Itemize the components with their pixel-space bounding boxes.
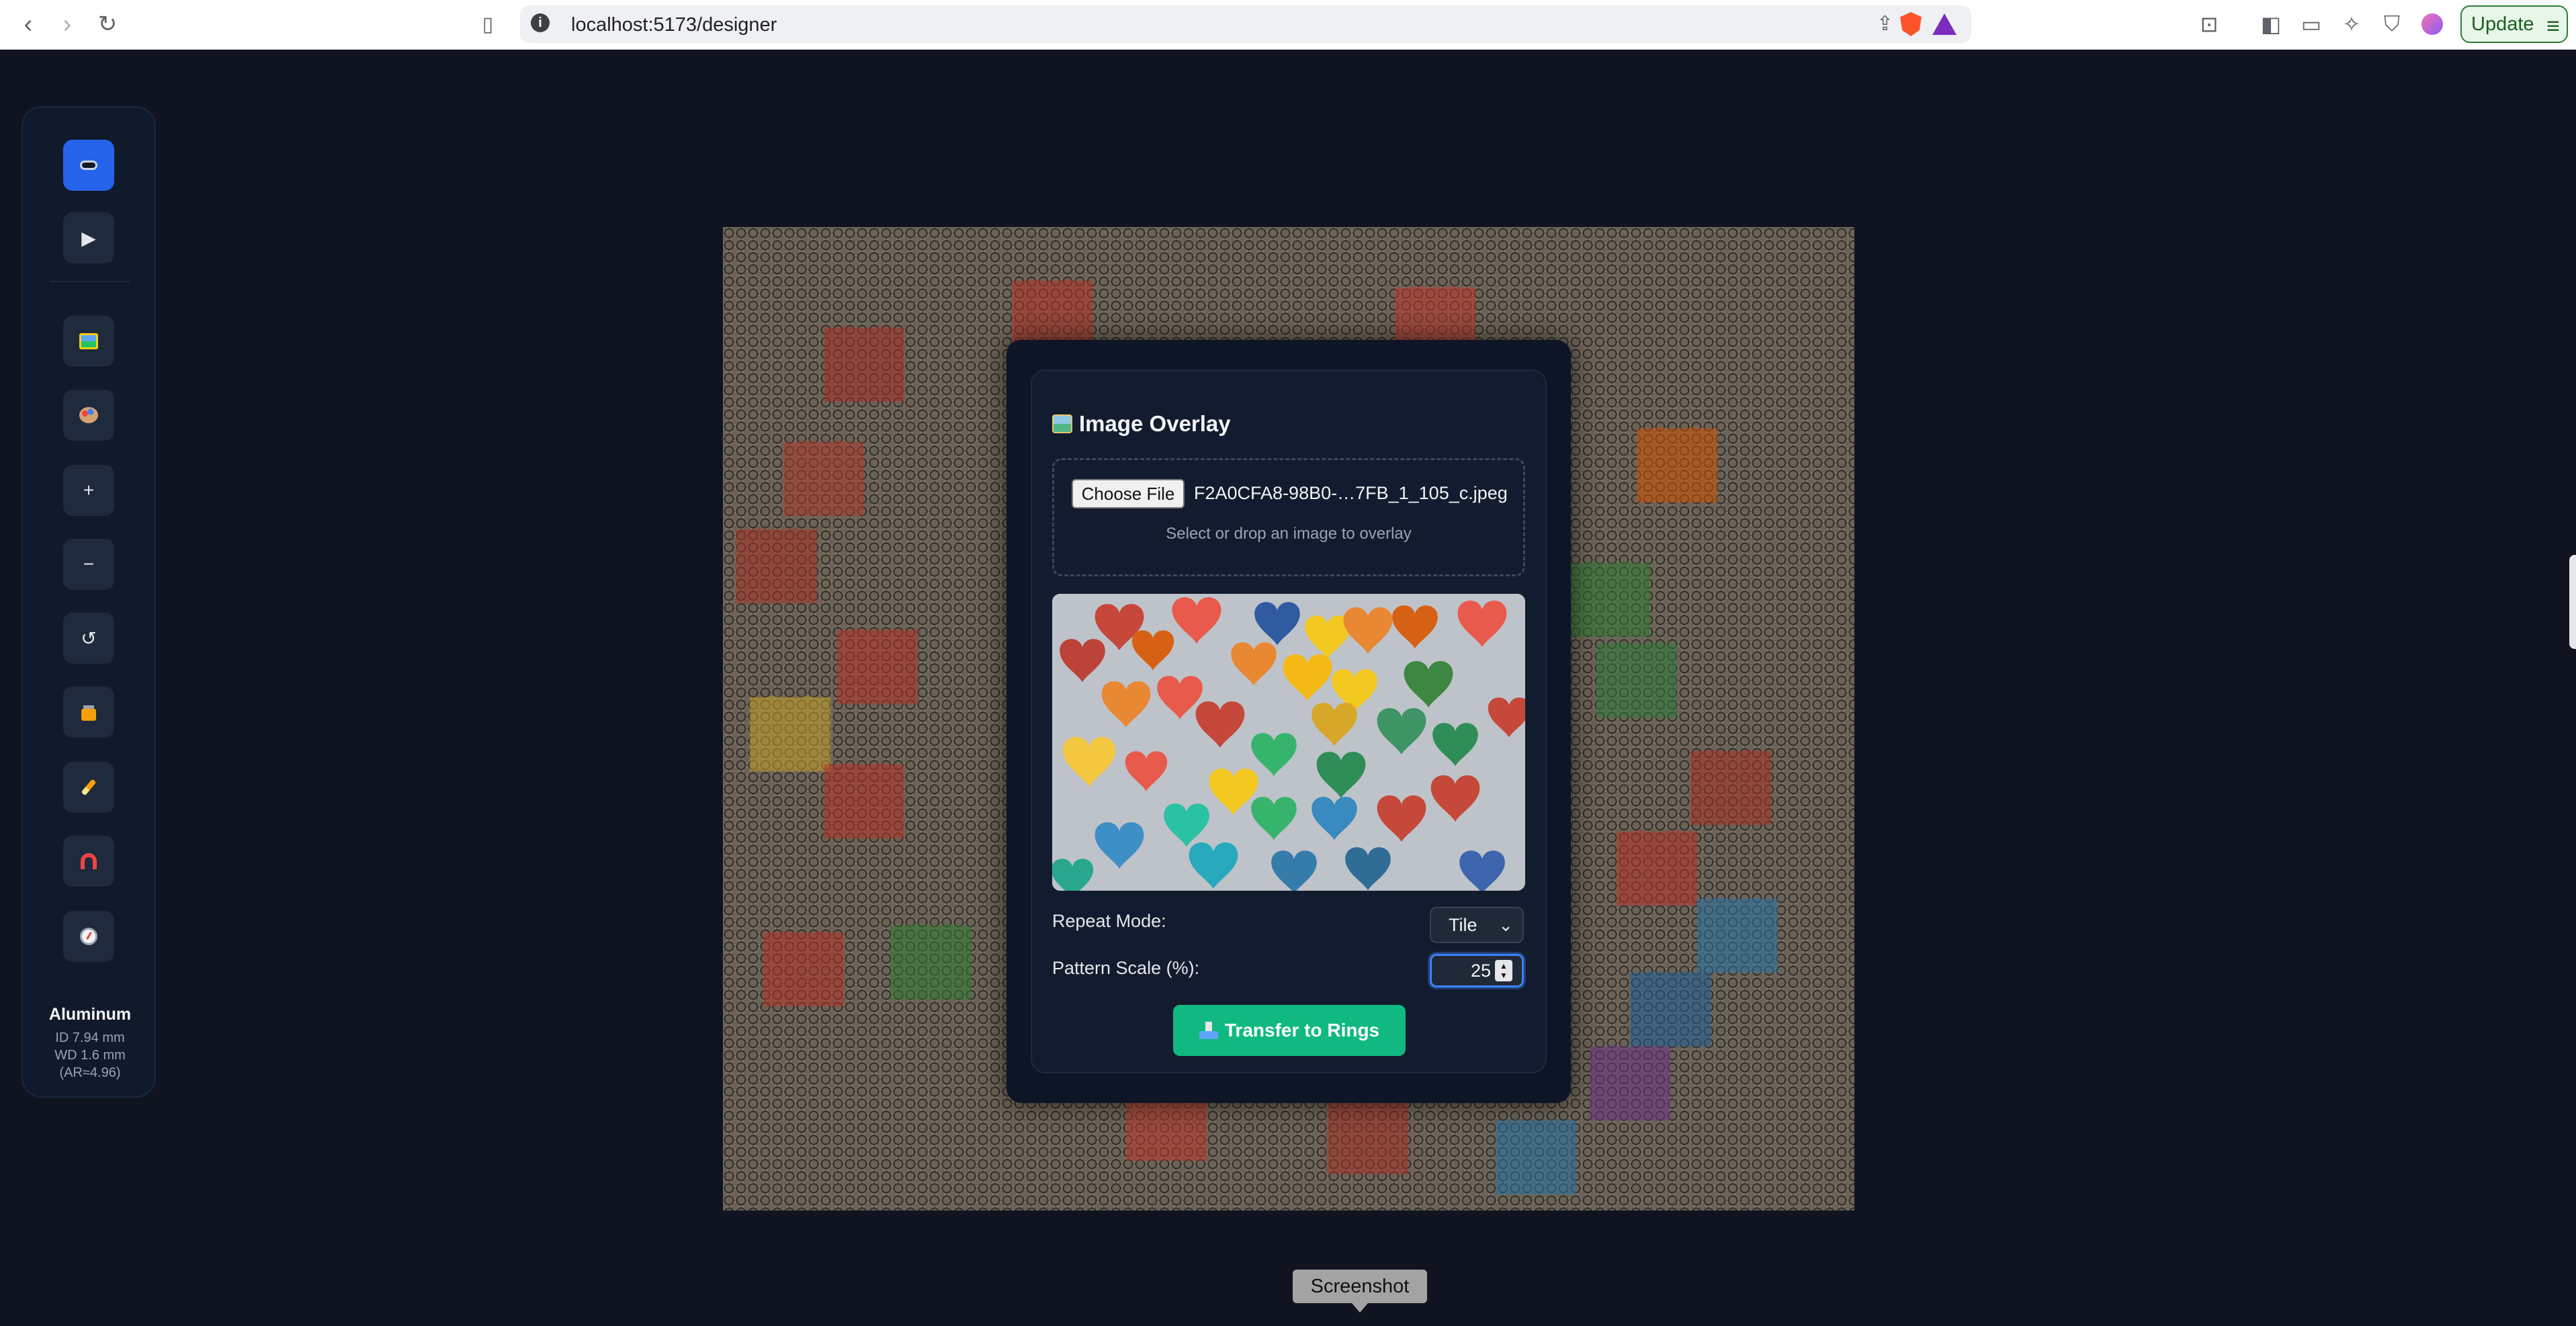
selected-file-name: F2A0CFA8-98B0-…7FB_1_105_c.jpeg (1194, 483, 1508, 503)
menu-icon[interactable]: ≡ (2546, 13, 2560, 40)
site-info-icon[interactable]: i (531, 13, 550, 32)
repeat-mode-value: Tile (1449, 914, 1477, 935)
material-aspect-ratio: (AR≈4.96) (59, 1065, 121, 1080)
overlay-heart (1637, 429, 1717, 502)
url-text[interactable]: localhost:5173/designer (571, 14, 777, 36)
material-wire-diameter: WD 1.6 mm (54, 1048, 126, 1063)
overlay-heart (736, 529, 817, 603)
overlay-image-preview (1052, 594, 1525, 891)
lock-button[interactable] (63, 687, 114, 738)
lock-icon (79, 702, 99, 722)
overlay-heart (1596, 644, 1677, 717)
hearts-photo (1052, 594, 1525, 891)
picture-icon (1052, 414, 1072, 433)
vpn-shield-icon[interactable]: ⛉ (2377, 9, 2407, 39)
wallet-icon[interactable]: ▭ (2296, 9, 2326, 39)
image-overlay-modal: Image Overlay Choose File F2A0CFA8-98B0-… (1006, 340, 1571, 1103)
tool-sidebar: ▶ + − ↺ Aluminum ID 7.94 mm WD 1.6 mm (A… (22, 106, 156, 1098)
repeat-mode-select[interactable]: Tile ⌄ (1430, 907, 1524, 943)
plus-icon: + (83, 480, 95, 500)
minus-icon: − (83, 554, 95, 574)
toolbar-divider (50, 281, 130, 282)
image-overlay-button[interactable] (63, 316, 114, 367)
brave-rewards-icon[interactable] (1932, 13, 1957, 35)
palette-button[interactable] (63, 390, 114, 441)
brave-shields-icon[interactable] (1900, 12, 1922, 36)
zoom-out-button[interactable]: − (63, 539, 114, 590)
leo-ai-icon[interactable]: ✧ (2337, 9, 2366, 39)
choose-file-button[interactable]: Choose File (1072, 479, 1185, 509)
overlay-heart (837, 630, 918, 704)
chainmail-icon (79, 155, 99, 175)
transfer-to-rings-button[interactable]: Transfer to Rings (1173, 1005, 1406, 1056)
chevron-down-icon: ⌄ (1498, 915, 1513, 935)
transfer-label: Transfer to Rings (1224, 1020, 1380, 1041)
material-name: Aluminum (48, 1005, 132, 1024)
pattern-scale-label: Pattern Scale (%): (1052, 958, 1200, 978)
repeat-mode-label: Repeat Mode: (1052, 911, 1166, 931)
brush-button[interactable] (63, 762, 114, 813)
back-icon[interactable]: ‹ (11, 7, 46, 42)
pattern-scale-value: 25 (1470, 961, 1491, 981)
rotate-icon: ↺ (81, 627, 97, 649)
bookmark-icon[interactable]: ▯ (470, 7, 505, 42)
address-bar[interactable]: i localhost:5173/designer ⇪ (520, 5, 1971, 43)
screenshot-tooltip: Screenshot (1293, 1270, 1427, 1303)
tooltip-arrow (1352, 1303, 1368, 1313)
share-icon[interactable]: ⇪ (1877, 12, 1893, 36)
chainmail-mode-button[interactable] (63, 140, 114, 191)
side-panel-handle[interactable] (2569, 555, 2576, 649)
drop-hint: Select or drop an image to overlay (1166, 525, 1412, 543)
profile-icon[interactable] (2417, 9, 2447, 39)
overlay-heart (1496, 1120, 1576, 1194)
overlay-heart (1690, 751, 1771, 825)
compass-icon (79, 926, 99, 946)
magnet-button[interactable] (63, 836, 114, 887)
material-inner-diameter: ID 7.94 mm (55, 1030, 125, 1045)
overlay-heart (824, 328, 904, 402)
image-overlay-card: Image Overlay Choose File F2A0CFA8-98B0-… (1031, 369, 1547, 1073)
panel-title-text: Image Overlay (1079, 411, 1231, 436)
picture-icon (79, 331, 99, 351)
zoom-in-button[interactable]: + (63, 465, 114, 516)
play-icon: ▶ (81, 227, 96, 249)
overlay-heart (891, 926, 972, 1000)
overlay-heart (783, 442, 864, 516)
overlay-heart (1590, 1047, 1670, 1120)
update-button[interactable]: Update ≡ (2460, 5, 2568, 43)
palette-icon (79, 405, 99, 425)
reset-view-button[interactable]: ↺ (63, 613, 114, 664)
overlay-heart (750, 697, 830, 771)
overlay-heart (1617, 832, 1697, 905)
pattern-scale-input[interactable]: 25 ▲ ▼ (1430, 954, 1524, 987)
sidebar-toggle-icon[interactable]: ◧ (2256, 9, 2286, 39)
brush-icon (79, 777, 99, 797)
overlay-heart (1697, 899, 1778, 973)
overlay-heart (1630, 973, 1711, 1047)
reload-icon[interactable]: ↻ (90, 7, 125, 42)
magnet-icon (79, 851, 99, 871)
overlay-heart (1328, 1100, 1408, 1174)
overlay-heart (763, 932, 844, 1006)
panel-title: Image Overlay (1052, 411, 1231, 437)
overlay-heart (824, 764, 904, 838)
browser-toolbar: ‹ › ↻ ▯ i localhost:5173/designer ⇪ ⊡ ◧ … (0, 0, 2576, 50)
inbox-tray-icon (1199, 1022, 1218, 1039)
measure-button[interactable] (63, 911, 114, 962)
update-label: Update (2471, 13, 2534, 35)
overlay-heart (1570, 563, 1650, 637)
play-button[interactable]: ▶ (63, 212, 114, 263)
number-spinner-icon[interactable]: ▲ ▼ (1495, 960, 1512, 981)
image-drop-zone[interactable]: Choose File F2A0CFA8-98B0-…7FB_1_105_c.j… (1052, 458, 1525, 576)
screenshot-tool-icon[interactable]: ⊡ (2194, 9, 2224, 39)
forward-icon[interactable]: › (50, 7, 85, 42)
